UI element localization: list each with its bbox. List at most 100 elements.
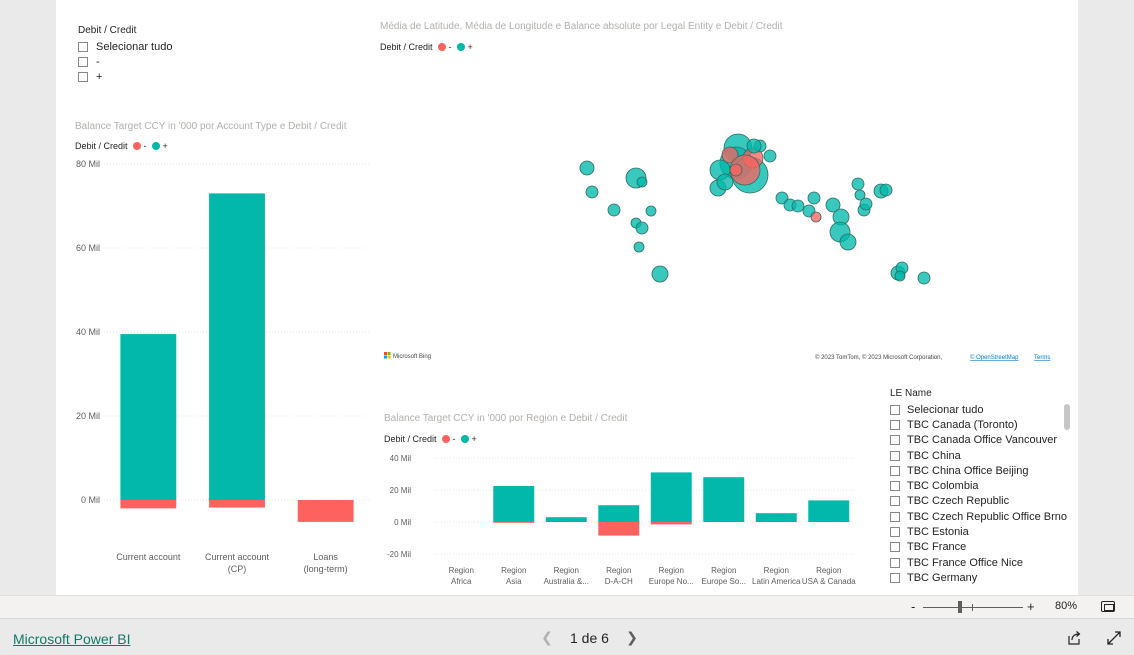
map-bubble-negative[interactable] <box>810 211 822 223</box>
share-icon[interactable] <box>1066 630 1082 646</box>
checkbox[interactable] <box>890 572 900 583</box>
terms-link[interactable]: Terms <box>1034 355 1050 361</box>
slicer-option-plus[interactable]: + <box>78 69 172 84</box>
checkbox[interactable] <box>78 71 88 82</box>
map-bubble-positive[interactable] <box>763 149 777 163</box>
le-slicer-option[interactable]: TBC Canada (Toronto) <box>890 417 1070 432</box>
le-name-slicer: LE Name Selecionar tudo TBC Canada (Toron… <box>890 388 1070 595</box>
checkbox[interactable] <box>890 450 900 461</box>
account-bar-negative[interactable] <box>120 500 177 509</box>
map-bubble-positive[interactable] <box>839 233 857 251</box>
y-tick-label: -20 Mil <box>387 550 411 559</box>
region-bar-positive[interactable] <box>650 472 692 522</box>
le-slicer-option[interactable]: TBC Canada Office Vancouver <box>890 433 1070 448</box>
map-bubble-positive[interactable] <box>807 191 821 205</box>
account-bar-positive[interactable] <box>209 193 265 500</box>
region-bar-negative[interactable] <box>493 522 535 523</box>
le-slicer-scrollbar[interactable] <box>1064 404 1070 430</box>
checkbox[interactable] <box>890 435 900 446</box>
debit-credit-slicer: Debit / Credit Selecionar tudo - + <box>78 25 172 84</box>
region-bar-negative[interactable] <box>598 522 640 536</box>
zoom-in-button[interactable]: + <box>1027 599 1035 614</box>
osm-link[interactable]: © OpenStreetMap <box>970 354 1019 361</box>
map-bubble-positive[interactable] <box>917 271 931 285</box>
le-slicer-option[interactable]: Selecionar tudo <box>890 402 1070 417</box>
checkbox[interactable] <box>890 527 900 538</box>
checkbox[interactable] <box>78 56 88 67</box>
legend-negative-dot <box>132 142 141 150</box>
map-bubble-positive[interactable] <box>636 176 648 188</box>
checkbox[interactable] <box>890 404 900 415</box>
region-bar-positive[interactable] <box>493 486 535 522</box>
map-bubble-positive[interactable] <box>791 199 805 213</box>
map-bubble-positive[interactable] <box>746 138 762 154</box>
region-bar-chart[interactable]: -20 Mil 0 Mil 20 Mil 40 Mil Region Africa Regi… <box>380 448 860 593</box>
chevron-left-icon[interactable]: ❮ <box>540 629 554 646</box>
map-bubble-positive[interactable] <box>879 183 893 197</box>
region-chart-legend: Debit / Credit - + <box>384 434 477 444</box>
x-category-label: Region <box>764 566 789 575</box>
account-bar-positive[interactable] <box>120 334 177 500</box>
le-slicer-option[interactable]: TBC Germany <box>890 570 1070 585</box>
map-bubble-positive[interactable] <box>854 189 866 201</box>
map-bubble-positive[interactable] <box>633 241 645 253</box>
map-legend: Debit / Credit - + <box>380 42 473 52</box>
map-provider: Microsoft Bing <box>393 354 431 360</box>
map-bubble-negative[interactable] <box>729 163 743 177</box>
checkbox[interactable] <box>890 465 900 476</box>
page-indicator: 1 de 6 <box>570 629 609 646</box>
map-bubble-positive[interactable] <box>579 160 595 176</box>
map-bubble-positive[interactable] <box>651 265 669 283</box>
region-bar-negative[interactable] <box>650 522 692 525</box>
region-bar-positive[interactable] <box>755 513 797 522</box>
region-bar-positive[interactable] <box>808 500 850 522</box>
map-bubble-positive[interactable] <box>716 173 734 191</box>
map-bubble-positive[interactable] <box>645 205 657 217</box>
le-slicer-header: LE Name <box>890 388 932 399</box>
checkbox[interactable] <box>890 511 900 522</box>
map-bubble-positive[interactable] <box>585 185 599 199</box>
zoom-slider-handle[interactable] <box>958 601 962 613</box>
account-chart-legend: Debit / Credit - + <box>75 141 168 151</box>
le-slicer-option[interactable]: TBC France <box>890 540 1070 555</box>
checkbox[interactable] <box>890 419 900 430</box>
le-slicer-option[interactable]: TBC France Office Nice <box>890 555 1070 570</box>
zoom-out-button[interactable]: - <box>911 599 915 614</box>
canvas-gutter-left <box>0 0 56 595</box>
map-bubble-positive[interactable] <box>607 203 621 217</box>
y-tick-label: 60 Mil <box>76 243 100 253</box>
bing-logo-icon <box>384 352 391 359</box>
map-bubble-positive[interactable] <box>851 177 865 191</box>
le-slicer-option[interactable]: TBC China Office Beijing <box>890 463 1070 478</box>
fullscreen-icon[interactable] <box>1106 630 1122 646</box>
le-slicer-option[interactable]: TBC Colombia <box>890 478 1070 493</box>
slicer-option-minus[interactable]: - <box>78 54 172 69</box>
account-bar-negative[interactable] <box>209 500 265 508</box>
x-category-label: Region <box>449 566 474 575</box>
fit-to-page-icon[interactable] <box>1101 601 1115 612</box>
region-bar-positive[interactable] <box>545 517 587 522</box>
le-slicer-option[interactable]: TBC Czech Republic <box>890 494 1070 509</box>
map-bubble-positive[interactable] <box>894 270 906 282</box>
y-tick-label: 20 Mil <box>390 486 412 495</box>
checkbox[interactable] <box>890 542 900 553</box>
legend-positive-dot <box>460 435 469 443</box>
checkbox[interactable] <box>890 557 900 568</box>
le-slicer-option[interactable]: TBC Estonia <box>890 524 1070 539</box>
region-bar-positive[interactable] <box>703 477 745 522</box>
power-bi-link[interactable]: Microsoft Power BI <box>13 631 130 647</box>
chevron-right-icon[interactable]: ❯ <box>625 629 639 646</box>
le-slicer-option[interactable]: TBC China <box>890 448 1070 463</box>
region-bar-positive[interactable] <box>598 505 640 522</box>
y-tick-label: 20 Mil <box>76 411 100 421</box>
checkbox[interactable] <box>78 41 88 52</box>
checkbox[interactable] <box>890 496 900 507</box>
slicer-option-select-all[interactable]: Selecionar tudo <box>78 39 172 54</box>
checkbox[interactable] <box>890 481 900 492</box>
bubble-map[interactable]: Microsoft Bing © 2023 TomTom, © 2023 Mic… <box>378 60 1068 370</box>
le-slicer-option[interactable]: TBC Czech Republic Office Brno <box>890 509 1070 524</box>
zoom-slider-track[interactable] <box>923 607 1023 608</box>
account-bar-negative[interactable] <box>297 500 354 522</box>
map-bubble-positive[interactable] <box>635 221 649 235</box>
account-bar-chart[interactable]: 0 Mil 20 Mil 40 Mil 60 Mil 80 Mil Current acc… <box>70 155 375 585</box>
